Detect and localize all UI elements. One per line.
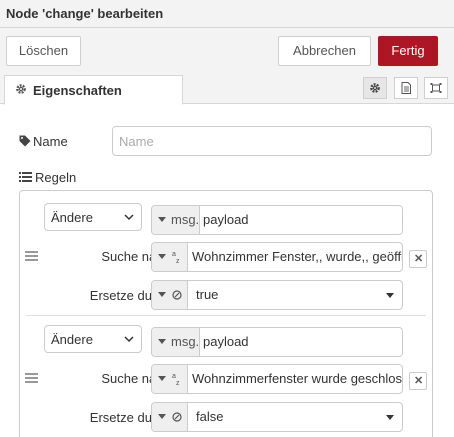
replace-input[interactable]: true	[151, 280, 403, 310]
caret-down-icon	[158, 414, 166, 419]
close-icon: ✕	[414, 253, 424, 265]
rule-action-value: Ändere	[51, 210, 93, 225]
name-input[interactable]	[112, 126, 432, 156]
caret-down-icon	[386, 293, 394, 298]
chevron-down-icon	[124, 336, 134, 343]
property-value: payload	[203, 212, 249, 227]
document-icon	[401, 82, 411, 94]
search-value: Wohnzimmer Fenster,, wurde,, geöffn	[192, 249, 403, 264]
property-type-label: msg.	[171, 334, 200, 349]
string-type-icon: a z	[172, 373, 180, 387]
done-button[interactable]: Fertig	[378, 36, 438, 66]
boolean-type-icon	[172, 412, 182, 422]
rule-action-value: Ändere	[51, 332, 93, 347]
drag-handle-icon[interactable]	[25, 251, 38, 261]
caret-down-icon	[158, 339, 166, 344]
replace-type-button[interactable]	[152, 281, 188, 309]
caret-down-icon	[158, 217, 166, 222]
caret-down-icon	[158, 376, 166, 381]
gear-icon	[370, 83, 380, 93]
cancel-button[interactable]: Abbrechen	[278, 36, 371, 66]
appearance-icon	[430, 83, 442, 93]
delete-button[interactable]: Löschen	[6, 36, 81, 66]
name-label-text: Name	[33, 134, 68, 149]
property-input[interactable]: msg. payload	[151, 327, 403, 357]
caret-down-icon	[158, 292, 166, 297]
gear-icon	[16, 84, 26, 94]
dialog-header: Node 'change' bearbeiten	[0, 0, 454, 28]
svg-text:z: z	[176, 380, 180, 387]
search-type-button[interactable]: a z	[152, 365, 188, 393]
string-type-icon: a z	[172, 251, 180, 265]
replace-value: false	[196, 409, 224, 424]
rules-list: Ändere msg. payload Suche nach a z Wohnz…	[19, 190, 433, 437]
svg-text:a: a	[172, 251, 176, 258]
boolean-type-icon	[172, 290, 182, 300]
remove-rule-button[interactable]: ✕	[409, 250, 427, 268]
replace-value: true	[196, 287, 219, 302]
search-type-button[interactable]: a z	[152, 243, 188, 271]
property-input[interactable]: msg. payload	[151, 205, 403, 235]
search-value: Wohnzimmerfenster wurde geschloss	[192, 371, 403, 386]
svg-text:a: a	[172, 373, 176, 380]
tab-settings[interactable]	[363, 77, 387, 99]
property-type-label: msg.	[171, 212, 200, 227]
close-icon: ✕	[414, 375, 424, 387]
property-value: payload	[203, 334, 249, 349]
tab-appearance[interactable]	[424, 77, 448, 99]
replace-type-button[interactable]	[152, 403, 188, 431]
tab-bar: Eigenschaften	[0, 72, 454, 105]
svg-text:z: z	[176, 258, 180, 265]
tab-properties-label: Eigenschaften	[33, 83, 122, 98]
caret-down-icon	[386, 415, 394, 420]
search-input[interactable]: a z Wohnzimmer Fenster,, wurde,, geöffn	[151, 242, 403, 272]
dialog-toolbar: Löschen Abbrechen Fertig	[0, 28, 454, 72]
list-icon	[19, 172, 32, 182]
drag-handle-icon[interactable]	[25, 373, 38, 383]
caret-down-icon	[158, 254, 166, 259]
rules-label-text: Regeln	[35, 170, 77, 185]
chevron-down-icon	[124, 214, 134, 221]
remove-rule-button[interactable]: ✕	[409, 372, 427, 390]
rule-action-select[interactable]: Ändere	[44, 325, 142, 353]
dialog-title: Node 'change' bearbeiten	[6, 6, 164, 21]
tag-icon	[19, 135, 31, 147]
tab-description[interactable]	[394, 77, 418, 99]
tab-properties[interactable]: Eigenschaften	[4, 75, 183, 105]
property-type-button[interactable]: msg.	[152, 206, 200, 234]
rule-action-select[interactable]: Ändere	[44, 203, 142, 231]
rule-item: Ändere msg. payload Suche nach a z Wohnz…	[20, 193, 432, 313]
property-type-button[interactable]: msg.	[152, 328, 200, 356]
replace-input[interactable]: false	[151, 402, 403, 432]
rule-item: Ändere msg. payload Suche nach a z Wohnz…	[20, 315, 432, 435]
search-input[interactable]: a z Wohnzimmerfenster wurde geschloss	[151, 364, 403, 394]
